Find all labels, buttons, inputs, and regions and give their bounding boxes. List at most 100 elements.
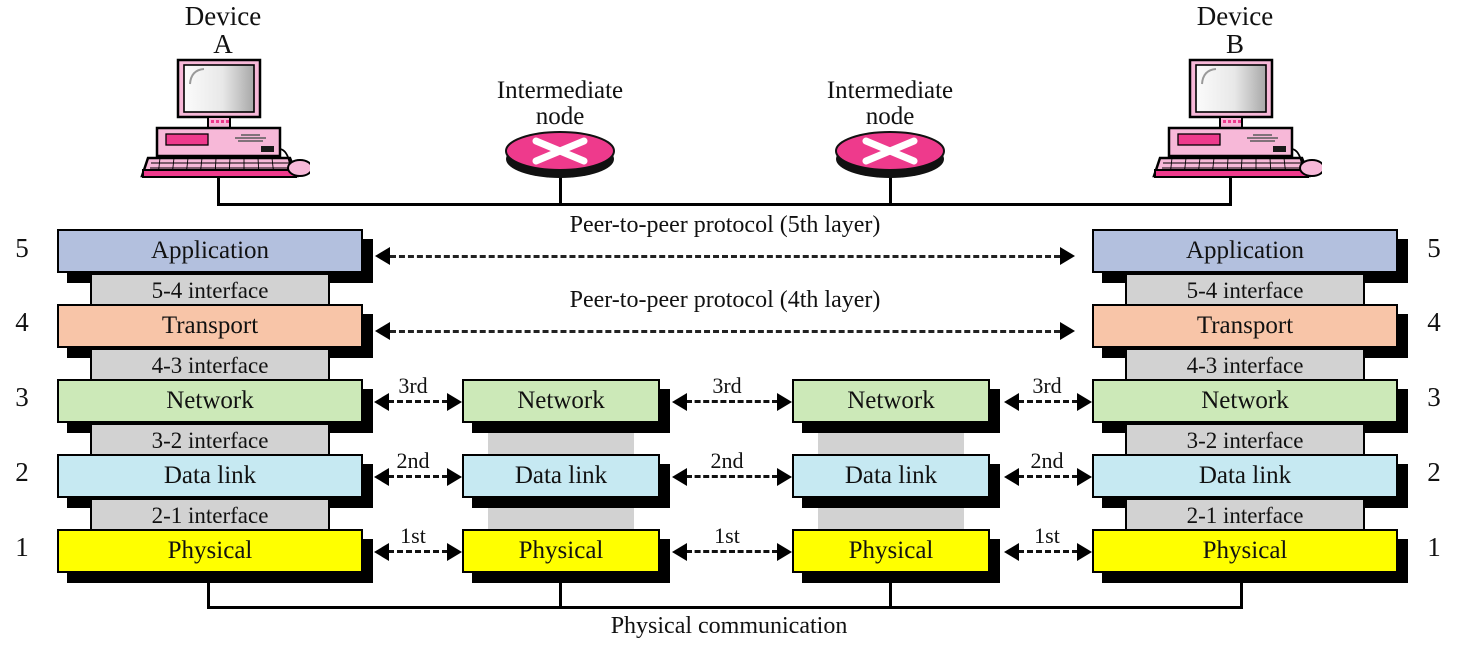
device-a-physical-drop-wire (207, 583, 210, 608)
hop-label-datalink-2: 2nd (710, 448, 744, 473)
node-2-layer-2-datalink[interactable]: Data link (792, 454, 990, 498)
layer-number-right-4: 4 (1427, 307, 1441, 337)
hop-arrow-network-1-dash (388, 400, 448, 403)
peer-protocol-4-label: Peer-to-peer protocol (4th layer) (569, 287, 881, 313)
node-1-layer-2-datalink[interactable]: Data link (462, 454, 660, 498)
hop-arrow-datalink-2-dash (686, 475, 778, 478)
device-b-layer-1-label: Physical (1202, 537, 1288, 564)
device-a-layer-2-label: Data link (163, 462, 257, 489)
device-b-interface-2-1-label: 2-1 interface (1186, 502, 1304, 528)
hop-arrow-physical-1 (374, 542, 462, 561)
device-a-interface-4-3: 4-3 interface (90, 348, 330, 383)
layer-number-right-3: 3 (1427, 382, 1441, 412)
peer-protocol-5-arrowhead-left (375, 247, 390, 265)
layer-number-right-5: 5 (1427, 233, 1441, 263)
peer-protocol-4-arrowhead-left (375, 322, 390, 340)
intermediate-node-2-title-line2: node (865, 103, 915, 131)
hop-arrow-physical-1-head-right (447, 542, 462, 561)
hop-arrow-physical-1-head-left (374, 542, 389, 561)
hop-arrow-physical-2-head-right (777, 542, 792, 561)
hop-arrow-datalink-2-head-left (672, 467, 687, 486)
node-1-layer-1-physical[interactable]: Physical (462, 529, 660, 573)
device-a-computer-icon (140, 58, 310, 178)
peer-protocol-5-arrowhead-right (1060, 247, 1075, 265)
node-2-layer-2-label: Data link (844, 462, 938, 489)
hop-arrow-datalink-3-head-right (1077, 467, 1092, 486)
node-1-physical-drop-wire (559, 583, 562, 608)
device-a-interface-4-3-label: 4-3 interface (151, 352, 269, 378)
device-a-layer-1-physical[interactable]: Physical (57, 529, 363, 573)
device-a-title-line1: Device (184, 1, 262, 31)
physical-communication-bus (207, 606, 1243, 609)
intermediate-node-1-router-icon (505, 131, 615, 178)
hop-arrow-network-1-head-right (447, 392, 462, 411)
hop-arrow-network-2-head-right (777, 392, 792, 411)
hop-arrow-datalink-2-head-right (777, 467, 792, 486)
peer-protocol-4-arrowhead-right (1060, 322, 1075, 340)
node-2-layer-1-label: Physical (848, 537, 934, 564)
peer-protocol-5-dashline (390, 255, 1060, 258)
hop-arrow-physical-3 (1004, 542, 1092, 561)
device-b-interface-3-2-label: 3-2 interface (1186, 427, 1304, 453)
device-b-layer-4-label: Transport (1196, 312, 1294, 339)
hop-arrow-datalink-2 (672, 467, 792, 486)
device-b-interface-4-3-label: 4-3 interface (1186, 352, 1304, 378)
device-b-layer-5-application[interactable]: Application (1092, 229, 1398, 273)
node-2-layer-3-label: Network (847, 387, 935, 414)
hop-arrow-datalink-3 (1004, 467, 1092, 486)
device-b-computer-icon (1152, 58, 1322, 178)
device-a-layer-2-datalink[interactable]: Data link (57, 454, 363, 498)
device-b-layer-4-transport[interactable]: Transport (1092, 304, 1398, 348)
device-a-layer-4-transport[interactable]: Transport (57, 304, 363, 348)
node-1-layer-1-label: Physical (518, 537, 604, 564)
device-b-layer-3-network[interactable]: Network (1092, 379, 1398, 423)
layer-number-left-2: 2 (15, 457, 29, 487)
layer-number-left-5: 5 (15, 233, 29, 263)
node-2-layer-1-physical[interactable]: Physical (792, 529, 990, 573)
layer-number-left-1: 1 (15, 532, 29, 562)
node-1-layer-3-label: Network (517, 387, 605, 414)
layer-number-left-3: 3 (15, 382, 29, 412)
hop-arrow-network-1 (374, 392, 462, 411)
device-a-layer-1-label: Physical (167, 537, 253, 564)
hop-label-physical-2: 1st (714, 523, 740, 548)
device-a-interface-2-1: 2-1 interface (90, 498, 330, 533)
device-a-layer-3-network[interactable]: Network (57, 379, 363, 423)
intermediate-node-1-title-line2: node (535, 103, 585, 131)
layer-number-right-1: 1 (1427, 532, 1441, 562)
device-b-interface-3-2: 3-2 interface (1125, 423, 1365, 458)
hop-arrow-physical-2 (672, 542, 792, 561)
hop-arrow-physical-3-head-right (1077, 542, 1092, 561)
device-b-layer-2-label: Data link (1198, 462, 1292, 489)
device-a-layer-3-label: Network (166, 387, 254, 414)
device-b-layer-3-label: Network (1201, 387, 1289, 414)
hop-arrow-physical-2-head-left (672, 542, 687, 561)
device-b-interface-4-3: 4-3 interface (1125, 348, 1365, 383)
device-b-layer-2-datalink[interactable]: Data link (1092, 454, 1398, 498)
hop-arrow-network-1-head-left (374, 392, 389, 411)
device-b-layer-1-physical[interactable]: Physical (1092, 529, 1398, 573)
hop-arrow-physical-3-head-left (1004, 542, 1019, 561)
device-a-layer-5-application[interactable]: Application (57, 229, 363, 273)
device-b-physical-drop-wire (1240, 583, 1243, 608)
peer-protocol-4-arrow (375, 322, 1075, 340)
hop-arrow-network-3-head-left (1004, 392, 1019, 411)
intermediate-node-2-title: Intermediate node (770, 77, 1010, 131)
hop-arrow-physical-2-dash (686, 550, 778, 553)
layer-number-left-4: 4 (15, 307, 29, 337)
hop-arrow-network-2-dash (686, 400, 778, 403)
node-2-layer-3-network[interactable]: Network (792, 379, 990, 423)
node-1-layer-3-network[interactable]: Network (462, 379, 660, 423)
device-b-interface-5-4: 5-4 interface (1125, 273, 1365, 308)
hop-label-network-3: 3rd (1032, 373, 1062, 398)
intermediate-node-2-router-icon (835, 131, 945, 178)
hop-arrow-network-2 (672, 392, 792, 411)
hop-arrow-datalink-3-head-left (1004, 467, 1019, 486)
device-a-title-line2: A (213, 29, 233, 60)
hop-label-datalink-3: 2nd (1030, 448, 1064, 473)
hop-arrow-datalink-1-head-left (374, 467, 389, 486)
device-b-interface-5-4-label: 5-4 interface (1186, 277, 1304, 303)
device-b-title: Device B (1160, 2, 1310, 59)
device-a-interface-3-2: 3-2 interface (90, 423, 330, 458)
device-a-layer-4-label: Transport (161, 312, 259, 339)
